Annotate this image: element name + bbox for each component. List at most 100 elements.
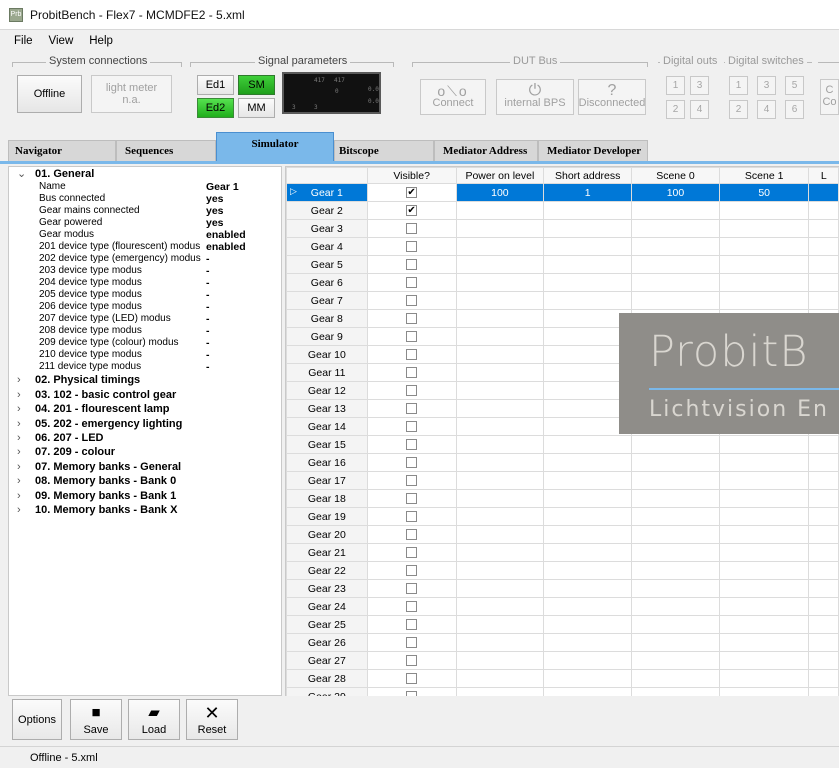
visible-checkbox[interactable] xyxy=(406,637,418,649)
short-address-cell[interactable] xyxy=(543,489,633,508)
visible-checkbox[interactable] xyxy=(406,655,418,667)
visible-checkbox[interactable] xyxy=(406,511,418,523)
visible-cell[interactable] xyxy=(366,435,457,454)
visible-checkbox[interactable] xyxy=(406,331,418,343)
digital-switch-2[interactable]: 2 xyxy=(729,100,748,119)
short-address-cell[interactable] xyxy=(543,543,633,562)
tree-property-row[interactable]: Gear mains connected yes xyxy=(9,205,281,217)
scene-0-cell[interactable] xyxy=(631,579,720,598)
next-column-cell[interactable] xyxy=(808,633,839,652)
row-header[interactable]: Gear 9 xyxy=(286,327,368,346)
property-value[interactable]: - xyxy=(206,313,210,325)
next-column-cell[interactable] xyxy=(808,597,839,616)
power-on-level-cell[interactable] xyxy=(455,651,545,670)
visible-cell[interactable] xyxy=(366,543,457,562)
scene-1-cell[interactable] xyxy=(718,651,810,670)
tab-mediator-address[interactable]: Mediator Address xyxy=(434,140,538,162)
visible-cell[interactable]: ✔ xyxy=(366,201,457,220)
power-on-level-cell[interactable] xyxy=(455,579,545,598)
digital-out-3[interactable]: 3 xyxy=(690,76,709,95)
digital-switch-6[interactable]: 6 xyxy=(785,100,804,119)
row-header[interactable]: Gear 20 xyxy=(286,525,368,544)
tree-property-row[interactable]: 209 device type (colour) modus - xyxy=(9,337,281,349)
power-on-level-cell[interactable] xyxy=(455,489,545,508)
row-header[interactable]: Gear 19 xyxy=(286,507,368,526)
visible-cell[interactable] xyxy=(366,507,457,526)
table-row[interactable]: Gear 21 xyxy=(286,543,839,562)
short-address-cell[interactable] xyxy=(543,525,633,544)
power-on-level-cell[interactable] xyxy=(455,561,545,580)
scene-0-cell[interactable] xyxy=(631,237,720,256)
digital-out-2[interactable]: 2 xyxy=(666,100,685,119)
tree-section[interactable]: › 05. 202 - emergency lighting xyxy=(9,417,281,431)
power-on-level-cell[interactable] xyxy=(455,237,545,256)
digital-out-1[interactable]: 1 xyxy=(666,76,685,95)
scene-0-cell[interactable] xyxy=(631,651,720,670)
power-on-level-cell[interactable] xyxy=(455,201,545,220)
scene-1-cell[interactable] xyxy=(718,579,810,598)
scene-1-cell[interactable] xyxy=(718,507,810,526)
row-header[interactable]: Gear 5 xyxy=(286,255,368,274)
visible-cell[interactable] xyxy=(366,309,457,328)
scene-0-cell[interactable] xyxy=(631,615,720,634)
visible-cell[interactable] xyxy=(366,381,457,400)
power-on-level-cell[interactable] xyxy=(455,471,545,490)
visible-cell[interactable] xyxy=(366,273,457,292)
row-header[interactable]: Gear 8 xyxy=(286,309,368,328)
scene-1-cell[interactable] xyxy=(718,219,810,238)
visible-cell[interactable] xyxy=(366,219,457,238)
scene-0-cell[interactable] xyxy=(631,201,720,220)
table-row[interactable]: ▷ Gear 1 ✔ 100 1 100 50 xyxy=(286,183,839,202)
visible-checkbox[interactable] xyxy=(406,493,418,505)
next-column-cell[interactable] xyxy=(808,687,839,696)
table-row[interactable]: Gear 15 xyxy=(286,435,839,454)
scene-1-cell[interactable] xyxy=(718,201,810,220)
digital-switch-4[interactable]: 4 xyxy=(757,100,776,119)
visible-cell[interactable] xyxy=(366,417,457,436)
scene-1-cell[interactable] xyxy=(718,597,810,616)
row-header[interactable]: Gear 12 xyxy=(286,381,368,400)
tree-section[interactable]: › 10. Memory banks - Bank X xyxy=(9,503,281,517)
tab-simulator[interactable]: Simulator xyxy=(216,132,334,162)
row-header[interactable]: Gear 3 xyxy=(286,219,368,238)
digital-out-4[interactable]: 4 xyxy=(690,100,709,119)
visible-cell[interactable] xyxy=(366,633,457,652)
column-header-visible[interactable]: Visible? xyxy=(366,167,457,184)
short-address-cell[interactable] xyxy=(543,201,633,220)
short-address-cell[interactable] xyxy=(543,237,633,256)
property-value[interactable]: enabled xyxy=(206,229,246,241)
property-value[interactable]: yes xyxy=(206,193,224,205)
visible-cell[interactable] xyxy=(366,615,457,634)
next-column-cell[interactable] xyxy=(808,201,839,220)
load-button[interactable]: ▰ Load xyxy=(128,699,180,740)
scene-0-cell[interactable] xyxy=(631,471,720,490)
chevron-right-icon[interactable]: › xyxy=(17,373,27,387)
table-row[interactable]: Gear 7 xyxy=(286,291,839,310)
tree-section[interactable]: › 09. Memory banks - Bank 1 xyxy=(9,489,281,503)
short-address-cell[interactable] xyxy=(543,507,633,526)
visible-checkbox[interactable] xyxy=(406,673,418,685)
light-meter-button[interactable]: light meter n.a. xyxy=(91,75,172,113)
tree-property-row[interactable]: Bus connected yes xyxy=(9,193,281,205)
next-column-cell[interactable] xyxy=(808,183,839,202)
tree-property-row[interactable]: Name Gear 1 xyxy=(9,181,281,193)
digital-switch-5[interactable]: 5 xyxy=(785,76,804,95)
visible-checkbox[interactable] xyxy=(406,565,418,577)
tab-sequences[interactable]: Sequences xyxy=(116,140,216,162)
short-address-cell[interactable] xyxy=(543,219,633,238)
menu-file[interactable]: File xyxy=(6,35,41,47)
power-on-level-cell[interactable] xyxy=(455,399,545,418)
visible-checkbox[interactable] xyxy=(406,259,418,271)
column-header-short-address[interactable]: Short address xyxy=(543,167,633,184)
next-column-cell[interactable] xyxy=(808,435,839,454)
ed2-button[interactable]: Ed2 xyxy=(197,98,234,118)
short-address-cell[interactable] xyxy=(543,291,633,310)
column-header-scene-1[interactable]: Scene 1 xyxy=(718,167,810,184)
table-row[interactable]: Gear 5 xyxy=(286,255,839,274)
visible-checkbox[interactable] xyxy=(406,241,418,253)
scene-1-cell[interactable] xyxy=(718,525,810,544)
scene-0-cell[interactable] xyxy=(631,255,720,274)
tree-property-row[interactable]: 206 device type modus - xyxy=(9,301,281,313)
power-on-level-cell[interactable] xyxy=(455,273,545,292)
tab-navigator[interactable]: Navigator xyxy=(8,140,116,162)
